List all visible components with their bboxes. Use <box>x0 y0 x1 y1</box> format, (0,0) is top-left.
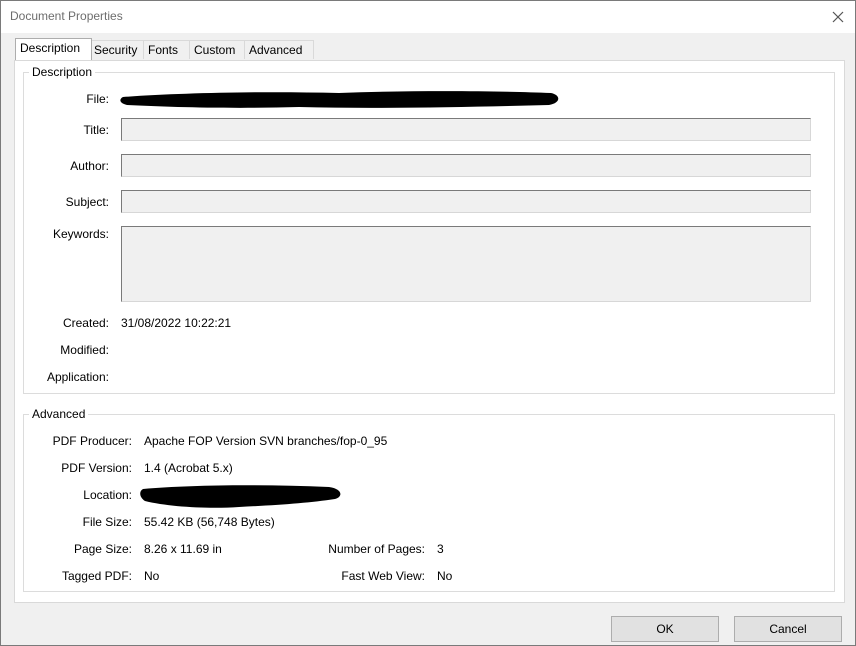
pdf-producer-value: Apache FOP Version SVN branches/fop-0_95 <box>144 434 388 448</box>
tab-advanced-label: Advanced <box>249 43 303 57</box>
cancel-button[interactable]: Cancel <box>734 616 842 642</box>
tagged-pdf-value: No <box>144 569 160 583</box>
pdf-version-label: PDF Version: <box>61 461 132 475</box>
tab-custom-label: Custom <box>194 43 236 57</box>
author-field[interactable] <box>121 154 811 177</box>
document-properties-dialog: Document Properties Description Security… <box>0 0 856 646</box>
subject-field[interactable] <box>121 190 811 213</box>
advanced-group-title: Advanced <box>29 407 89 421</box>
tagged-pdf-label: Tagged PDF: <box>61 569 132 583</box>
number-of-pages-label: Number of Pages: <box>328 542 425 556</box>
tab-description[interactable]: Description <box>15 38 92 60</box>
dialog-title: Document Properties <box>10 9 123 23</box>
tab-fonts[interactable]: Fonts <box>143 40 192 59</box>
tab-fonts-label: Fonts <box>148 43 179 57</box>
created-value: 31/08/2022 10:22:21 <box>121 316 232 330</box>
title-field[interactable] <box>121 118 811 141</box>
ok-button[interactable]: OK <box>611 616 719 642</box>
fast-web-view-value: No <box>437 569 453 583</box>
application-label: Application: <box>46 370 109 384</box>
file-label: File: <box>86 92 109 106</box>
keywords-field[interactable] <box>121 226 811 302</box>
location-label: Location: <box>83 488 132 502</box>
number-of-pages-value: 3 <box>437 542 444 556</box>
keywords-label: Keywords: <box>52 227 109 241</box>
location-redaction <box>140 485 341 508</box>
page-size-label: Page Size: <box>73 542 132 556</box>
tab-advanced[interactable]: Advanced <box>244 40 314 59</box>
modified-label: Modified: <box>60 343 109 357</box>
fast-web-view-label: Fast Web View: <box>341 569 425 583</box>
tab-panel: Description File: Title: Author: Subject… <box>14 60 845 603</box>
created-label: Created: <box>62 316 109 330</box>
title-bar: Document Properties <box>1 1 855 33</box>
pdf-producer-label: PDF Producer: <box>52 434 132 448</box>
tab-security-label: Security <box>94 43 138 57</box>
tab-security[interactable]: Security <box>89 40 147 59</box>
close-icon[interactable] <box>829 8 847 26</box>
file-size-label: File Size: <box>82 515 132 529</box>
page-size-value: 8.26 x 11.69 in <box>144 542 222 556</box>
subject-label: Subject: <box>65 195 109 209</box>
file-size-value: 55.42 KB (56,748 Bytes) <box>144 515 275 529</box>
title-label: Title: <box>83 123 109 137</box>
tab-custom[interactable]: Custom <box>189 40 248 59</box>
tab-description-label: Description <box>20 41 81 55</box>
author-label: Author: <box>70 159 109 173</box>
file-redaction <box>120 91 559 108</box>
description-group-title: Description <box>29 65 96 79</box>
pdf-version-value: 1.4 (Acrobat 5.x) <box>144 461 233 475</box>
